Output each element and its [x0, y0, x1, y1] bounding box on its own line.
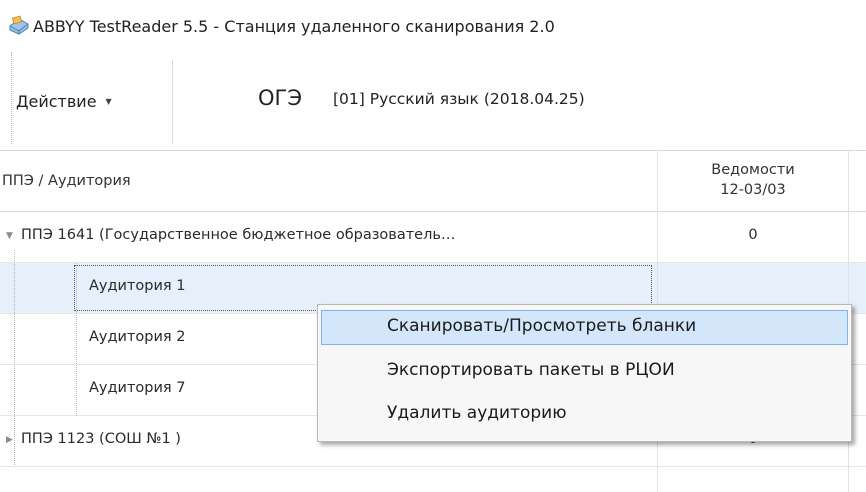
exam-type-label: ОГЭ — [258, 86, 302, 110]
row-name: Аудитория 7 — [89, 380, 186, 396]
toolbar-grip — [11, 52, 12, 144]
column-header-statements-title: Ведомости — [711, 162, 795, 178]
toolbar-separator — [172, 60, 173, 144]
chevron-down-icon[interactable]: ▼ — [6, 231, 13, 241]
context-menu: Сканировать/Просмотреть бланки Экспортир… — [317, 304, 852, 442]
column-header-statements[interactable]: Ведомости 12-03/03 — [658, 160, 848, 200]
title-bar: ABBYY TestReader 5.5 - Станция удаленног… — [0, 0, 866, 40]
chevron-right-icon[interactable]: ▶ — [6, 435, 13, 445]
toolbar: Действие ▼ ОГЭ [01] Русский язык (2018.0… — [0, 52, 866, 147]
row-name: Аудитория 1 — [89, 278, 186, 294]
tree-guide-line — [76, 263, 77, 416]
row-name: ППЭ 1641 (Государственное бюджетное обра… — [21, 227, 456, 243]
chevron-down-icon: ▼ — [105, 96, 112, 106]
table-row-ppe-1641[interactable]: ▼ ППЭ 1641 (Государственное бюджетное об… — [0, 212, 866, 263]
app-window: ABBYY TestReader 5.5 - Станция удаленног… — [0, 0, 866, 492]
exam-subject-label: [01] Русский язык (2018.04.25) — [333, 90, 585, 108]
grid-header: ППЭ / Аудитория Ведомости 12-03/03 — [0, 150, 866, 212]
menu-item-label: Удалить аудиторию — [387, 403, 567, 423]
action-menu-button[interactable]: Действие ▼ — [16, 88, 112, 114]
menu-item-export-packages[interactable]: Экспортировать пакеты в РЦОИ — [321, 354, 848, 389]
menu-item-label: Сканировать/Просмотреть бланки — [387, 316, 697, 336]
row-name: Аудитория 2 — [89, 329, 186, 345]
menu-item-scan-view-forms[interactable]: Сканировать/Просмотреть бланки — [321, 310, 848, 345]
row-name: ППЭ 1123 (СОШ №1 ) — [21, 431, 181, 447]
scanner-app-icon — [9, 15, 29, 35]
column-header-statements-code: 12-03/03 — [720, 182, 786, 198]
row-value: 0 — [748, 227, 758, 243]
window-title: ABBYY TestReader 5.5 - Станция удаленног… — [33, 17, 555, 36]
tree-guide-line — [14, 250, 15, 465]
menu-item-delete-auditory[interactable]: Удалить аудиторию — [321, 397, 848, 432]
column-header-ppe-auditory[interactable]: ППЭ / Аудитория — [2, 173, 131, 189]
menu-item-label: Экспортировать пакеты в РЦОИ — [387, 360, 675, 380]
action-menu-label: Действие — [16, 91, 97, 111]
